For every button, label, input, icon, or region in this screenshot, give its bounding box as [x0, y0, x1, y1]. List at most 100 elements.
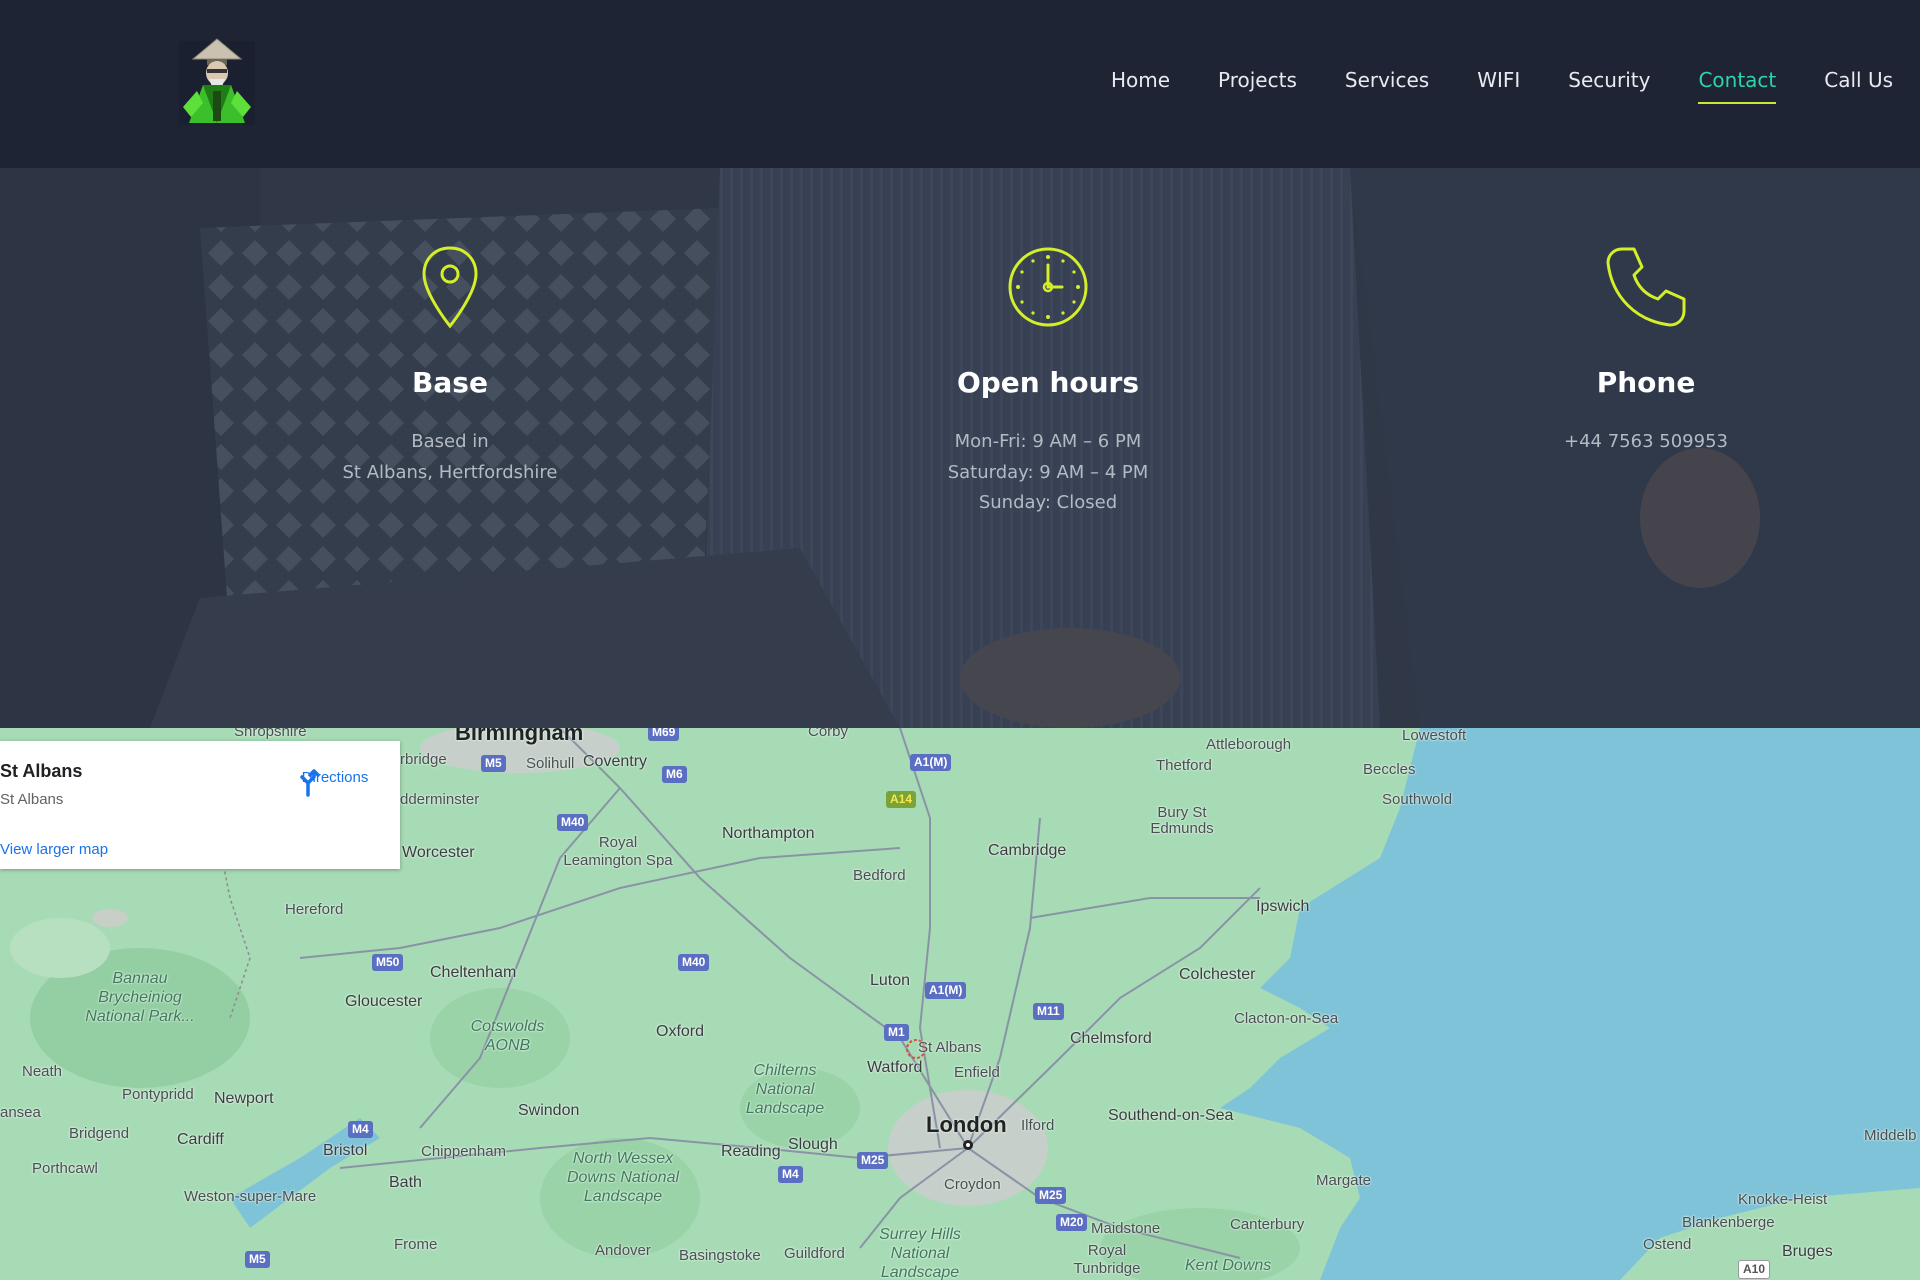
main-nav: Home Projects Services WIFI Security Con…: [1063, 68, 1893, 104]
nav-call-us[interactable]: Call Us: [1824, 68, 1893, 104]
map-label-cardiff: Cardiff: [177, 1131, 224, 1148]
place-name: St Albans: [0, 761, 83, 781]
phone-number[interactable]: +44 7563 509953: [1386, 427, 1906, 458]
map-label-blankenberge: Blankenberge: [1682, 1214, 1775, 1231]
map-label-bedford: Bedford: [853, 867, 906, 884]
map-label-shropshire: Shropshire: [234, 728, 307, 740]
road-badge: M4: [348, 1121, 373, 1138]
map-label-middelburg: Middelb: [1864, 1127, 1917, 1144]
base-info: Base Based in St Albans, Hertfordshire: [190, 244, 710, 488]
map-label-birmingham: Birmingham: [455, 728, 584, 745]
road-badge: M25: [1035, 1187, 1067, 1204]
map-label-northampton: Northampton: [722, 825, 815, 842]
map-label-southwold: Southwold: [1382, 791, 1453, 808]
road-badge: M5: [481, 755, 506, 772]
clock-icon: [788, 244, 1308, 330]
map-label-chelmsford: Chelmsford: [1070, 1030, 1152, 1047]
map-label-ilford: Ilford: [1021, 1117, 1055, 1134]
road-badge: A1(M): [925, 982, 967, 999]
map-label-hereford: Hereford: [285, 901, 344, 918]
map-label-bridgend: Bridgend: [69, 1125, 130, 1142]
hours-line-2: Saturday: 9 AM – 4 PM: [947, 461, 1149, 483]
map-label-corby: Corby: [808, 728, 849, 740]
nav-security[interactable]: Security: [1568, 68, 1650, 104]
directions-button[interactable]: Directions: [296, 767, 374, 797]
map-label-chilterns: Chilterns National Landscape: [745, 1062, 825, 1117]
road-badge: M1: [884, 1024, 909, 1041]
map-label-chippenham: Chippenham: [421, 1143, 507, 1160]
map-label-bath: Bath: [389, 1174, 422, 1191]
map-label-enfield: Enfield: [954, 1064, 1000, 1081]
map-label-margate: Margate: [1316, 1172, 1372, 1189]
map-label-weston-super-mare: Weston-super-Mare: [184, 1188, 317, 1205]
map-label-knokke-heist: Knokke-Heist: [1738, 1191, 1828, 1208]
map-label-bristol: Bristol: [323, 1142, 368, 1159]
map-label-frome: Frome: [394, 1236, 438, 1253]
road-badge: M4: [778, 1166, 803, 1183]
map-label-oxford: Oxford: [656, 1023, 705, 1040]
map-label-southend: Southend-on-Sea: [1108, 1107, 1234, 1124]
hours-info: Open hours Mon-Fri: 9 AM – 6 PM Saturday…: [788, 244, 1308, 519]
map-label-attleborough: Attleborough: [1206, 736, 1292, 753]
road-badge: M50: [372, 954, 404, 971]
phone-icon: [1386, 244, 1906, 330]
map-label-kidderminster: dderminster: [400, 791, 480, 808]
contact-info-hero: Base Based in St Albans, Hertfordshire O…: [0, 168, 1920, 728]
map-label-gloucester: Gloucester: [345, 993, 423, 1010]
map-label-watford: Watford: [867, 1059, 923, 1076]
nav-home[interactable]: Home: [1111, 68, 1170, 104]
road-badge: M40: [557, 814, 589, 831]
map-label-basingstoke: Basingstoke: [679, 1247, 761, 1264]
ninja-mascot-logo[interactable]: [179, 37, 255, 125]
nav-services[interactable]: Services: [1345, 68, 1429, 104]
map-label-swansea: ansea: [0, 1104, 41, 1121]
map-label-luton: Luton: [870, 972, 911, 989]
road-badge: M40: [678, 954, 710, 971]
map-label-reading: Reading: [721, 1143, 781, 1160]
map-label-stourbridge: rbridge: [400, 751, 447, 768]
nav-wifi[interactable]: WIFI: [1477, 68, 1520, 104]
map-label-bannau-brycheiniog: Bannau Brycheiniog National Park...: [85, 970, 195, 1025]
map-label-coventry: Coventry: [583, 753, 648, 770]
road-badge: A14: [886, 791, 917, 808]
map-label-leamington-spa: Royal Leamington Spa: [563, 834, 673, 869]
embedded-map[interactable]: Birmingham London Coventry Northampton C…: [0, 728, 1920, 1280]
nav-projects[interactable]: Projects: [1218, 68, 1297, 104]
map-label-north-wessex-downs: North Wessex Downs National Landscape: [566, 1150, 680, 1205]
map-label-cotswolds: Cotswolds AONB: [470, 1018, 545, 1054]
map-label-cheltenham: Cheltenham: [430, 964, 517, 981]
map-label-ostend: Ostend: [1643, 1236, 1692, 1253]
map-label-surrey-hills: Surrey Hills National Landscape: [879, 1226, 961, 1280]
road-badge: M25: [857, 1152, 889, 1169]
base-line-2: St Albans, Hertfordshire: [342, 461, 558, 483]
phone-title: Phone: [1596, 366, 1696, 399]
map-label-cambridge: Cambridge: [988, 842, 1067, 859]
road-badge: M11: [1033, 1003, 1064, 1020]
map-label-guildford: Guildford: [784, 1245, 845, 1262]
map-label-pontypridd: Pontypridd: [122, 1086, 194, 1103]
hours-line-3: Sunday: Closed: [978, 492, 1118, 513]
road-badge: M6: [662, 766, 687, 783]
map-label-swindon: Swindon: [518, 1102, 580, 1119]
road-badge: A10: [1738, 1260, 1771, 1279]
map-label-slough: Slough: [788, 1136, 838, 1153]
map-label-tunbridge: Royal Tunbridge: [1073, 1242, 1141, 1277]
base-title: Base: [412, 366, 488, 399]
map-pin-icon: [190, 244, 710, 330]
map-label-maidstone: Maidstone: [1091, 1220, 1161, 1237]
map-label-bury-st-edmunds: Bury St Edmunds: [1150, 804, 1214, 837]
map-label-newport: Newport: [214, 1090, 274, 1107]
nav-contact[interactable]: Contact: [1698, 68, 1776, 104]
map-label-london: London: [926, 1112, 1007, 1137]
road-badge: A1(M): [910, 754, 952, 771]
road-badge: M5: [245, 1251, 270, 1268]
map-label-canterbury: Canterbury: [1230, 1216, 1305, 1233]
map-label-clacton: Clacton-on-Sea: [1234, 1010, 1339, 1027]
map-label-kent-downs: Kent Downs: [1185, 1257, 1272, 1274]
place-address: St Albans: [0, 791, 64, 808]
map-place-card: St Albans St Albans View larger map Dire…: [0, 741, 400, 869]
map-label-porthcawl: Porthcawl: [32, 1160, 98, 1177]
road-badge: M20: [1056, 1214, 1088, 1231]
phone-info: Phone +44 7563 509953: [1386, 244, 1906, 458]
view-larger-map-link[interactable]: View larger map: [0, 841, 108, 858]
